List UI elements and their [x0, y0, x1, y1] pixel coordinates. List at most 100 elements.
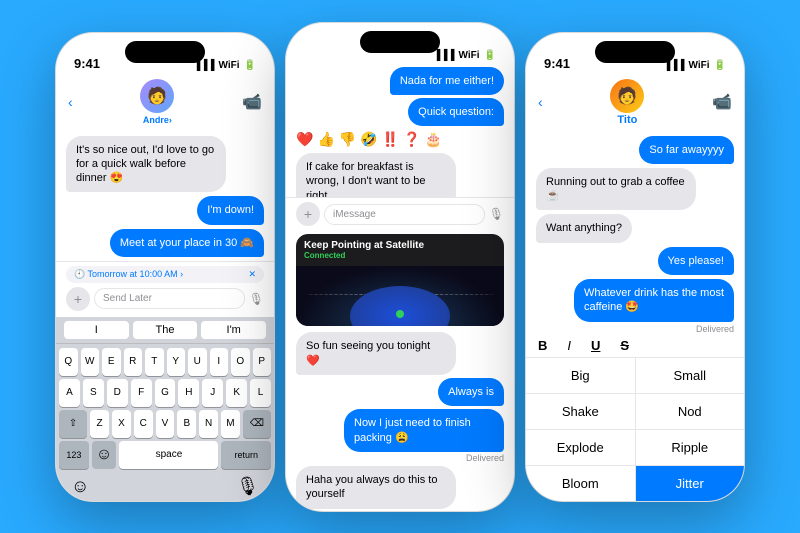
emoji-picker-icon[interactable]: ☺: [71, 476, 89, 497]
message-bubble: Meet at your place in 30 🙈: [110, 229, 264, 257]
message-input[interactable]: Send Later: [94, 288, 245, 309]
delivered-label-3: Delivered: [696, 324, 734, 334]
key-g[interactable]: G: [155, 379, 176, 407]
battery-icon: 🔋: [714, 60, 726, 71]
key-z[interactable]: Z: [90, 410, 109, 438]
close-icon[interactable]: ✕: [248, 269, 256, 280]
bold-button[interactable]: B: [538, 338, 547, 353]
effect-small[interactable]: Small: [636, 358, 745, 393]
status-icons-2: ▐▐▐ WiFi 🔋: [433, 50, 496, 61]
avatar-1: 🧑: [140, 79, 174, 113]
effect-nod[interactable]: Nod: [636, 394, 745, 429]
contact-info-3[interactable]: 🧑 Tito: [610, 79, 644, 126]
reaction-thumbsup[interactable]: 👍: [317, 131, 334, 148]
key-x[interactable]: X: [112, 410, 131, 438]
mic-dictation-icon[interactable]: 🎙: [236, 476, 259, 497]
dynamic-island-1: [125, 41, 205, 63]
message-bubble: So fun seeing you tonight ❤️: [296, 332, 456, 375]
satellite-visual: ✦ ✦: [296, 266, 504, 326]
reaction-cake[interactable]: 🎂: [425, 131, 442, 148]
key-v[interactable]: V: [156, 410, 175, 438]
key-space[interactable]: space: [119, 441, 218, 469]
key-b[interactable]: B: [177, 410, 196, 438]
contact-info-1[interactable]: 🧑 Andre›: [140, 79, 174, 126]
underline-button[interactable]: U: [591, 338, 600, 353]
key-l[interactable]: L: [250, 379, 271, 407]
key-q[interactable]: Q: [59, 348, 78, 376]
connection-dot: [396, 310, 404, 318]
key-i[interactable]: I: [210, 348, 229, 376]
key-o[interactable]: O: [231, 348, 250, 376]
reaction-question[interactable]: ❓: [403, 131, 420, 148]
format-toolbar: B I U S: [526, 334, 744, 358]
reaction-thumbsdown[interactable]: 👎: [339, 131, 356, 148]
message-bubble: Running out to grab a coffee ☕: [536, 168, 696, 211]
scheduled-badge[interactable]: 🕙 Tomorrow at 10:00 AM › ✕: [66, 266, 264, 283]
nav-header-3: ‹ 🧑 Tito 📹: [526, 75, 744, 132]
strikethrough-button[interactable]: S: [620, 338, 629, 353]
keyboard-row-2: A S D F G H J K L: [59, 379, 271, 407]
status-icons-1: ▐▐▐ WiFi 🔋: [193, 60, 256, 71]
key-e[interactable]: E: [102, 348, 121, 376]
input-row-1: + Send Later 🎙: [66, 287, 264, 311]
message-bubble: Nada for me either!: [390, 67, 504, 95]
key-w[interactable]: W: [81, 348, 100, 376]
key-shift[interactable]: ⇧: [59, 410, 87, 438]
mic-icon[interactable]: 🎙: [249, 292, 264, 306]
message-bubble: Haha you always do this to yourself: [296, 466, 456, 509]
key-j[interactable]: J: [202, 379, 223, 407]
reaction-heart[interactable]: ❤️: [296, 131, 313, 148]
key-d[interactable]: D: [107, 379, 128, 407]
message-bubble: I'm down!: [197, 196, 264, 224]
key-y[interactable]: Y: [167, 348, 186, 376]
key-return[interactable]: return: [221, 441, 271, 469]
message-bubble: Now I just need to finish packing 😩: [344, 409, 504, 452]
keyboard-row-1: Q W E R T Y U I O P: [59, 348, 271, 376]
key-h[interactable]: H: [178, 379, 199, 407]
suggestion-item[interactable]: I: [64, 321, 129, 339]
plus-button[interactable]: +: [66, 287, 90, 311]
back-button-1[interactable]: ‹: [68, 94, 73, 110]
mic-icon-2[interactable]: 🎙: [489, 207, 504, 221]
nav-header-1: ‹ 🧑 Andre› 📹: [56, 75, 274, 132]
key-s[interactable]: S: [83, 379, 104, 407]
italic-button[interactable]: I: [567, 338, 571, 353]
plus-button-2[interactable]: +: [296, 202, 320, 226]
key-123[interactable]: 123: [59, 441, 89, 469]
key-m[interactable]: M: [221, 410, 240, 438]
effect-shake[interactable]: Shake: [526, 394, 635, 429]
message-bubble: Always is: [438, 378, 504, 406]
key-p[interactable]: P: [253, 348, 272, 376]
video-call-button-1[interactable]: 📹: [242, 92, 262, 112]
phone-2: ▐▐▐ WiFi 🔋 Nada for me either! Quick que…: [285, 22, 515, 512]
key-delete[interactable]: ⌫: [243, 410, 271, 438]
delivered-label: Delivered: [466, 453, 504, 463]
key-c[interactable]: C: [134, 410, 153, 438]
key-emoji[interactable]: ☺: [92, 441, 117, 469]
effect-ripple[interactable]: Ripple: [636, 430, 745, 465]
back-button-3[interactable]: ‹: [538, 94, 543, 110]
chat-area-2: Nada for me either! Quick question: ❤️ 👍…: [286, 65, 514, 198]
satellite-header: Keep Pointing at Satellite Connected: [296, 234, 504, 266]
status-icons-3: ▐▐▐ WiFi 🔋: [663, 60, 726, 71]
suggestion-item[interactable]: I'm: [201, 321, 266, 339]
key-t[interactable]: T: [145, 348, 164, 376]
effect-explode[interactable]: Explode: [526, 430, 635, 465]
effect-big[interactable]: Big: [526, 358, 635, 393]
effect-jitter[interactable]: Jitter: [636, 466, 745, 501]
reaction-exclaim[interactable]: ‼️: [382, 131, 399, 148]
video-call-button-3[interactable]: 📹: [712, 92, 732, 112]
effect-bloom[interactable]: Bloom: [526, 466, 635, 501]
key-a[interactable]: A: [59, 379, 80, 407]
key-r[interactable]: R: [124, 348, 143, 376]
reaction-laugh[interactable]: 🤣: [360, 131, 377, 148]
chat-area-1: It's so nice out, I'd love to go for a q…: [56, 132, 274, 261]
imessage-input[interactable]: iMessage: [324, 204, 485, 225]
key-n[interactable]: N: [199, 410, 218, 438]
key-u[interactable]: U: [188, 348, 207, 376]
message-bubble: If cake for breakfast is wrong, I don't …: [296, 153, 456, 197]
key-f[interactable]: F: [131, 379, 152, 407]
suggestion-item[interactable]: The: [133, 321, 198, 339]
key-k[interactable]: K: [226, 379, 247, 407]
wifi-icon: WiFi: [689, 60, 710, 71]
